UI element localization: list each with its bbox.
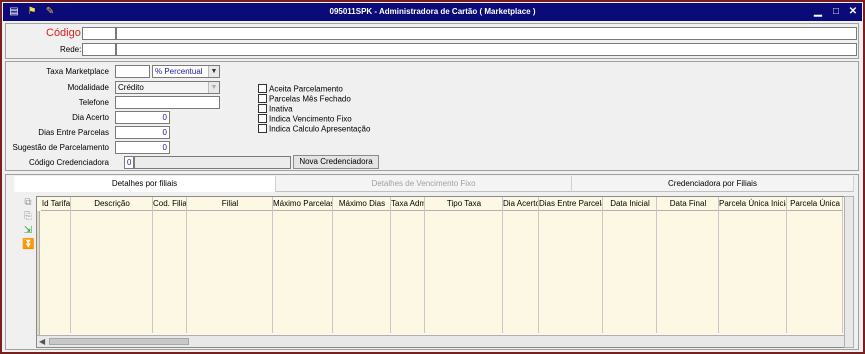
copy-icon[interactable]: ⧉ [22,197,34,209]
column-header[interactable]: Máximo Parcelas [273,197,333,211]
checkbox-indica-vencimento-fixo[interactable]: Indica Vencimento Fixo [258,114,352,124]
dias-entre-parcelas-input[interactable]: 0 [115,126,170,139]
checkbox-label: Inativa [269,104,293,114]
column-divider [152,197,153,333]
column-header[interactable]: Dia Acerto [503,197,539,211]
row-indicator-column [37,211,40,335]
column-divider [424,197,425,333]
column-header[interactable]: Data Final [657,197,719,211]
column-divider [602,197,603,333]
telefone-input[interactable] [115,96,220,109]
horizontal-scrollbar[interactable]: ◀ ▶ [37,335,853,347]
checkbox-label: Indica Vencimento Fixo [269,114,352,124]
checkbox-label: Parcelas Mês Fechado [269,94,351,104]
column-header[interactable]: Dias Entre Parcelas [539,197,603,211]
codigo-credenciadora-label: Código Credenciadora [28,158,109,167]
column-divider [656,197,657,333]
sugestao-parcelamento-input[interactable]: 0 [115,141,170,154]
codigo-label: Código [46,27,81,39]
checkbox-inativa[interactable]: Inativa [258,104,293,114]
rede-label: Rede: [60,45,82,54]
dias-entre-parcelas-label: Dias Entre Parcelas [38,128,109,137]
tab-detalhes-filiais[interactable]: Detalhes por filiais [14,176,276,192]
column-header[interactable]: Data Inicial [603,197,657,211]
form-panel: Taxa Marketplace % Percentual ▼ Modalida… [5,61,859,171]
checkbox-indica-calculo-apresentacao[interactable]: Indica Calculo Apresentação [258,124,370,134]
telefone-label: Telefone [78,98,109,107]
modalidade-select[interactable]: Crédito ▼ [115,81,220,94]
tab-bar: Detalhes por filiais Detalhes de Vencime… [14,176,854,192]
column-divider [272,197,273,333]
taxa-marketplace-input[interactable] [115,65,150,78]
checkbox-aceita-parcelamento[interactable]: Aceita Parcelamento [258,84,343,94]
export-icon[interactable]: ⇲ [22,225,34,237]
checkbox-box[interactable] [258,104,267,114]
minimize-button[interactable]: ▁ [811,5,825,19]
column-divider [332,197,333,333]
paste-icon[interactable]: ⎘ [22,211,34,223]
sugestao-parcelamento-label: Sugestão de Parcelamento [12,143,109,152]
window-title: 095011SPK - Administradora de Cartão ( M… [329,7,536,16]
column-divider [502,197,503,333]
column-divider [786,197,787,333]
column-header[interactable]: Parcela Única Inicial [719,197,787,211]
checkbox-label: Indica Calculo Apresentação [269,124,371,134]
chevron-down-icon[interactable]: ▼ [208,66,219,77]
checkbox-parcelas-mes-fechado[interactable]: Parcelas Mês Fechado [258,94,351,104]
column-header[interactable]: Tipo Taxa [425,197,503,211]
expand-down-icon[interactable]: ⏬ [22,239,34,251]
modalidade-label: Modalidade [67,83,109,92]
column-divider [842,197,843,333]
details-panel: Detalhes por filiais Detalhes de Vencime… [5,174,859,350]
column-header[interactable]: Filial [187,197,273,211]
column-divider [538,197,539,333]
data-grid[interactable]: Id Tarifa Descrição Cod. Filial Filial Máxim… [36,196,854,348]
modalidade-value: Crédito [118,83,144,92]
column-divider [70,197,71,333]
codigo-input[interactable] [82,27,116,40]
chevron-down-icon[interactable]: ▼ [208,82,219,93]
column-header[interactable]: Descrição [71,197,153,211]
column-header[interactable]: Id Tarifa [41,197,71,211]
scroll-thumb[interactable] [49,338,189,345]
codigo-credenciadora-input[interactable]: 0 [124,156,134,169]
column-header[interactable]: Cod. Filial [153,197,187,211]
checkbox-box[interactable] [258,84,267,94]
maximize-button[interactable]: □ [829,5,843,19]
taxa-marketplace-label: Taxa Marketplace [46,67,109,76]
nova-credenciadora-button[interactable]: Nova Credenciadora [293,155,379,169]
checkbox-box[interactable] [258,94,267,104]
window-frame: ▤ ⚑ ✎ 095011SPK - Administradora de Cart… [0,0,865,354]
vertical-scrollbar[interactable] [844,196,854,348]
column-header[interactable]: Taxa Adm [391,197,425,211]
close-button[interactable]: ✕ [846,5,860,19]
column-divider [186,197,187,333]
checkbox-box[interactable] [258,114,267,124]
column-divider [718,197,719,333]
column-header[interactable]: Parcela Única [787,197,843,211]
tab-detalhes-vencimento-fixo[interactable]: Detalhes de Vencimento Fixo [276,176,572,192]
title-bar: ▤ ⚑ ✎ 095011SPK - Administradora de Cart… [3,3,862,21]
scroll-left-icon[interactable]: ◀ [39,337,45,346]
taxa-tipo-value: % Percentual [155,67,203,76]
header-panel: Código Rede: [5,23,859,59]
rede-input[interactable] [82,43,116,56]
column-divider [390,197,391,333]
dia-acerto-input[interactable]: 0 [115,111,170,124]
dia-acerto-label: Dia Acerto [72,113,109,122]
rede-description-input[interactable] [116,43,857,56]
taxa-tipo-select[interactable]: % Percentual ▼ [152,65,220,78]
codigo-description-input[interactable] [116,27,857,40]
tab-credenciadora-filiais[interactable]: Credenciadora por Filiais [572,176,854,192]
column-header[interactable]: Máximo Dias [333,197,391,211]
checkbox-box[interactable] [258,124,267,134]
credenciadora-description-input [134,156,291,169]
checkbox-label: Aceita Parcelamento [269,84,343,94]
